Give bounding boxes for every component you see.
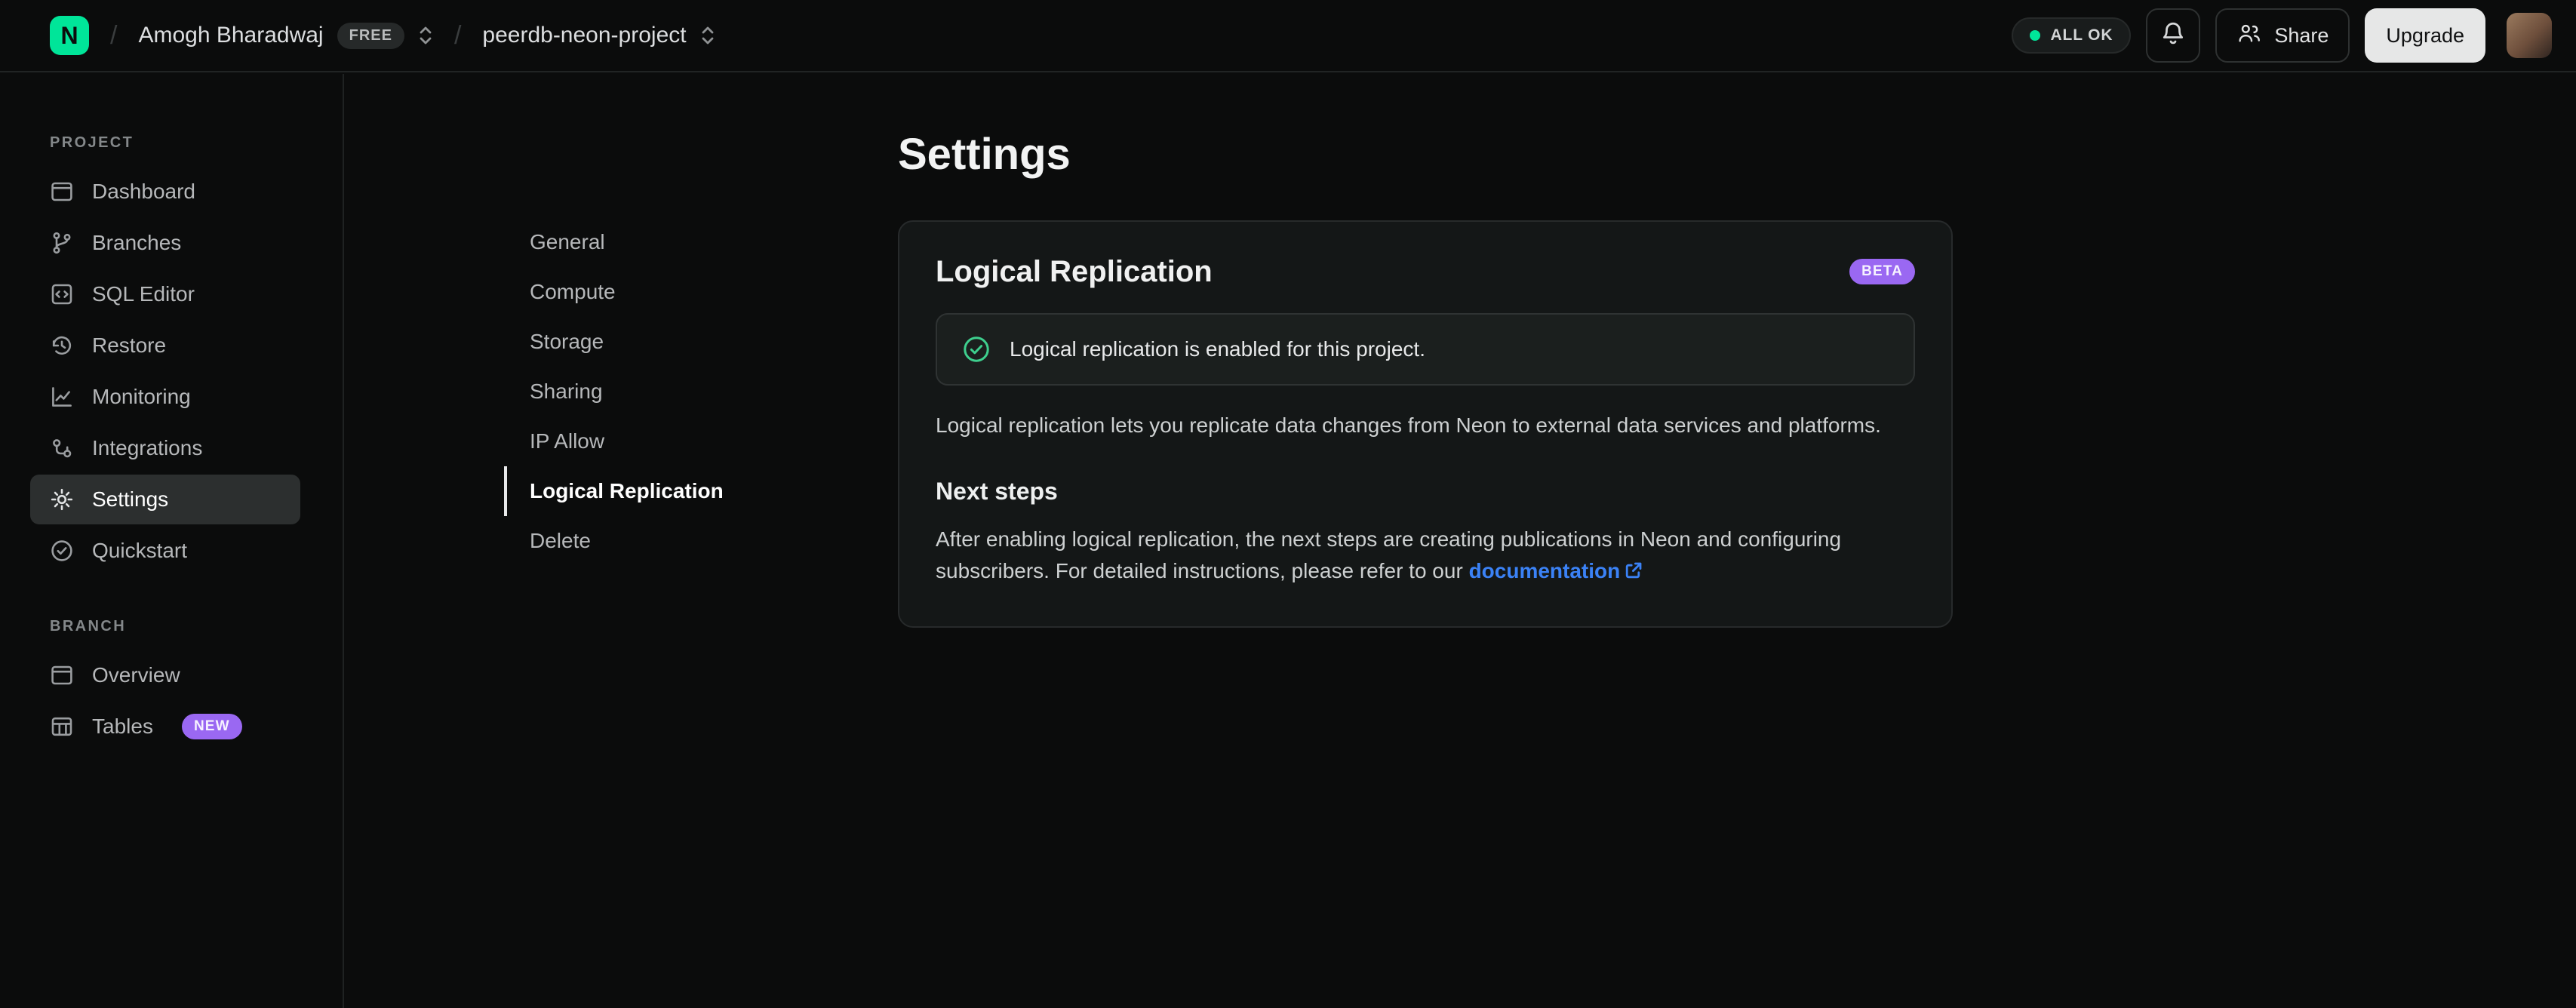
sidebar-item-restore[interactable]: Restore: [30, 321, 300, 370]
sidebar-item-label: Monitoring: [92, 385, 191, 408]
logical-replication-card: Logical Replication BETA Logical replica…: [898, 220, 1953, 628]
subnav-item-sharing[interactable]: Sharing: [504, 367, 791, 416]
breadcrumb-separator: /: [110, 20, 118, 50]
org-plan-badge: FREE: [337, 22, 404, 49]
org-selector[interactable]: Amogh Bharadwaj FREE: [138, 22, 433, 49]
topbar: N / Amogh Bharadwaj FREE / peerdb-neon-p…: [0, 0, 2576, 72]
monitoring-icon: [48, 383, 75, 410]
card-title: Logical Replication: [936, 254, 1213, 288]
settings-content: Settings Logical Replication BETA Logica…: [898, 128, 1953, 628]
new-badge: NEW: [181, 714, 242, 739]
project-name: peerdb-neon-project: [482, 23, 687, 48]
sidebar-item-overview[interactable]: Overview: [30, 650, 300, 700]
sidebar-item-label: SQL Editor: [92, 282, 195, 306]
documentation-link-label: documentation: [1468, 558, 1621, 582]
sidebar-item-label: Tables: [92, 715, 153, 738]
sidebar-item-quickstart[interactable]: Quickstart: [30, 526, 300, 576]
integrations-icon: [48, 435, 75, 462]
share-label: Share: [2274, 23, 2329, 47]
external-link-icon: [1626, 562, 1642, 578]
share-button[interactable]: Share: [2215, 8, 2350, 63]
subnav-item-delete[interactable]: Delete: [504, 516, 791, 566]
sidebar-item-label: Integrations: [92, 436, 203, 459]
sidebar-item-tables[interactable]: Tables NEW: [30, 702, 300, 751]
status-badge[interactable]: ALL OK: [2011, 17, 2132, 54]
sidebar-section-branch: BRANCH Overview Tables NEW: [0, 618, 343, 751]
description-text: Logical replication lets you replicate d…: [936, 413, 1881, 437]
users-icon: [2236, 22, 2262, 50]
sidebar-item-monitoring[interactable]: Monitoring: [30, 372, 300, 422]
branches-icon: [48, 229, 75, 257]
sidebar-item-integrations[interactable]: Integrations: [30, 423, 300, 473]
bell-icon: [2160, 20, 2186, 51]
chevron-updown-icon: [700, 23, 715, 48]
section-label: PROJECT: [50, 134, 134, 151]
success-alert: Logical replication is enabled for this …: [936, 312, 1915, 386]
subnav-item-ip-allow[interactable]: IP Allow: [504, 416, 791, 466]
sidebar-item-branches[interactable]: Branches: [30, 218, 300, 268]
upgrade-button[interactable]: Upgrade: [2365, 8, 2485, 63]
sidebar-item-label: Dashboard: [92, 180, 195, 203]
dashboard-icon: [48, 178, 75, 205]
sidebar-item-label: Overview: [92, 663, 180, 687]
topbar-actions: ALL OK Share Upgrade: [2011, 8, 2552, 63]
neon-logo[interactable]: N: [50, 16, 89, 55]
check-circle-icon: [961, 334, 991, 364]
subnav-item-general[interactable]: General: [504, 217, 791, 267]
settings-subnav: General Compute Storage Sharing IP Allow…: [504, 217, 791, 628]
restore-icon: [48, 332, 75, 359]
subnav-item-compute[interactable]: Compute: [504, 267, 791, 317]
card-header: Logical Replication BETA: [936, 255, 1915, 289]
next-steps-heading: Next steps: [936, 477, 1058, 505]
sidebar-item-sql-editor[interactable]: SQL Editor: [30, 269, 300, 319]
subnav-item-storage[interactable]: Storage: [504, 317, 791, 367]
notifications-button[interactable]: [2146, 8, 2201, 63]
sidebar-item-settings[interactable]: Settings: [30, 475, 300, 524]
main-content: General Compute Storage Sharing IP Allow…: [344, 72, 2576, 628]
section-label: BRANCH: [50, 618, 127, 635]
sql-editor-icon: [48, 281, 75, 308]
page-title: Settings: [898, 130, 1071, 179]
sidebar: PROJECT Dashboard Branches SQL Editor Re…: [0, 74, 344, 1008]
sidebar-item-label: Quickstart: [92, 539, 188, 562]
sidebar-item-label: Restore: [92, 333, 167, 357]
tables-icon: [48, 713, 75, 740]
next-steps-body: After enabling logical replication, the …: [936, 527, 1842, 582]
app-window: N / Amogh Bharadwaj FREE / peerdb-neon-p…: [0, 0, 2576, 1008]
breadcrumb-separator: /: [453, 20, 462, 50]
overview-icon: [48, 662, 75, 689]
org-name: Amogh Bharadwaj: [138, 23, 324, 48]
next-steps-text: After enabling logical replication, the …: [936, 524, 1915, 587]
user-avatar[interactable]: [2507, 13, 2552, 58]
sidebar-item-label: Branches: [92, 231, 182, 254]
alert-text: Logical replication is enabled for this …: [1010, 337, 1425, 361]
status-dot: [2029, 30, 2040, 41]
documentation-link[interactable]: documentation: [1469, 559, 1643, 582]
chevron-updown-icon: [418, 23, 433, 48]
gear-icon: [48, 486, 75, 513]
sidebar-section-project: PROJECT Dashboard Branches SQL Editor Re…: [0, 134, 343, 576]
project-selector[interactable]: peerdb-neon-project: [482, 23, 715, 48]
status-label: ALL OK: [2050, 26, 2113, 44]
subnav-item-logical-replication[interactable]: Logical Replication: [504, 466, 791, 516]
beta-badge: BETA: [1849, 259, 1915, 285]
sidebar-item-label: Settings: [92, 487, 169, 511]
check-circle-icon: [48, 537, 75, 564]
sidebar-item-dashboard[interactable]: Dashboard: [30, 167, 300, 217]
